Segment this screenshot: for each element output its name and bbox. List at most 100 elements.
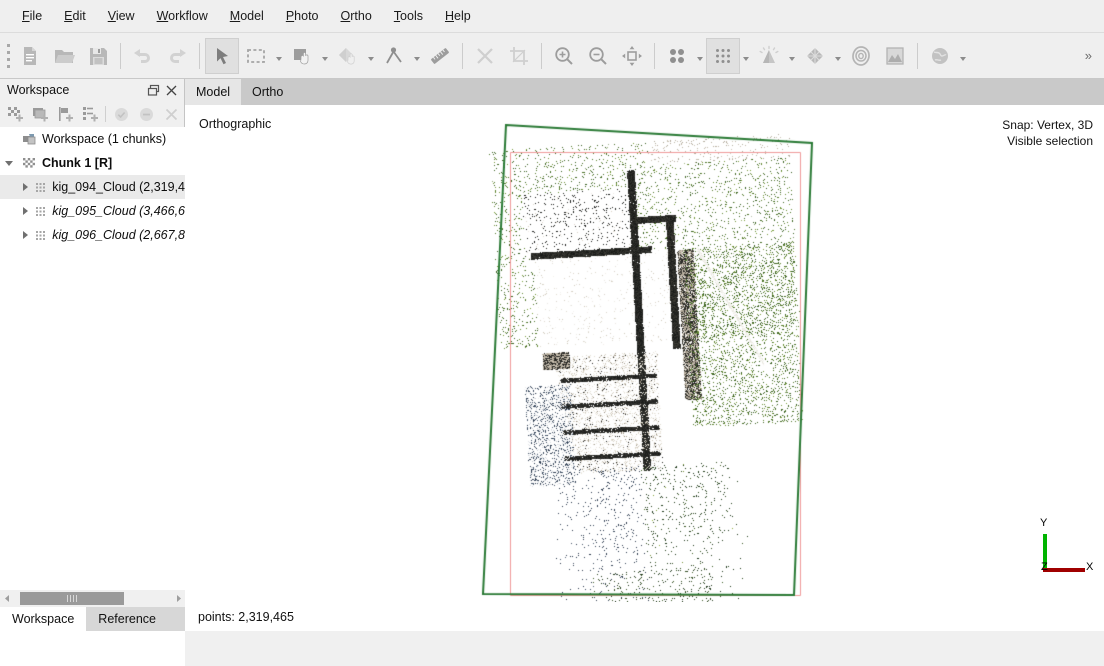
sparse-cloud-icon[interactable] [660,38,694,74]
menu-item-photo[interactable]: Photo [275,5,330,27]
tiled-model-dropdown-icon[interactable] [832,38,844,74]
tiled-model-icon[interactable] [798,38,832,74]
resize-region-dropdown-icon[interactable] [411,38,423,74]
dock-tab-label: Workspace [12,612,74,626]
undo-icon[interactable] [126,38,160,74]
add-cameras-icon[interactable] [78,102,103,126]
workspace-tree[interactable]: Workspace (1 chunks) Chunk 1 [R] [0,127,185,666]
menu-bar: File Edit View Workflow Model Photo Orth… [0,0,1104,33]
chunk-icon [18,151,40,175]
toolbar-separator [541,43,542,69]
mesh-shaded-icon[interactable] [752,38,786,74]
delete-selection-icon[interactable] [468,38,502,74]
menu-item-view[interactable]: View [97,5,146,27]
chevron-right-icon[interactable] [18,199,33,223]
x-axis-label: X [1086,562,1093,573]
workspace-panel-toolbar [0,101,184,127]
view-tab-label: Ortho [252,85,283,99]
redo-icon[interactable] [160,38,194,74]
toolbar-separator [199,43,200,69]
scroll-right-icon[interactable] [171,590,185,607]
toolbar-separator [120,43,121,69]
dem-icon[interactable] [844,38,878,74]
open-folder-icon[interactable] [47,38,81,74]
menu-item-file[interactable]: File [11,5,53,27]
tab-model[interactable]: Model [185,79,241,105]
float-panel-icon[interactable] [144,81,162,99]
dense-cloud-icon[interactable] [706,38,740,74]
point-cloud-icon [33,199,51,223]
hscrollbar-thumb[interactable] [20,592,124,605]
toolbar-separator [654,43,655,69]
globe-view-icon[interactable] [923,38,957,74]
ruler-measure-icon[interactable] [423,38,457,74]
enable-icon[interactable] [109,102,134,126]
sparse-cloud-dropdown-icon[interactable] [694,38,706,74]
viewport-hud: Snap: Vertex, 3D Visible selection [1002,117,1093,149]
move-region-icon[interactable] [285,38,319,74]
scroll-left-icon[interactable] [0,590,14,607]
tree-item-kig-094-cloud[interactable]: kig_094_Cloud (2,319,4 [0,175,185,199]
tree-item-label: kig_096_Cloud (2,667,8 [50,228,185,242]
zoom-out-icon[interactable] [581,38,615,74]
crop-selection-icon[interactable] [502,38,536,74]
globe-view-dropdown-icon[interactable] [957,38,969,74]
add-photos-icon[interactable] [28,102,53,126]
close-panel-icon[interactable] [162,81,180,99]
model-viewport[interactable]: Orthographic Snap: Vertex, 3D Visible se… [185,105,1104,602]
rectangle-select-dropdown-icon[interactable] [273,38,285,74]
reset-view-icon[interactable] [615,38,649,74]
toolbar-separator [917,43,918,69]
disable-icon[interactable] [134,102,159,126]
x-axis-line [1043,568,1085,572]
menu-item-model[interactable]: Model [219,5,275,27]
snap-mode-label: Snap: Vertex, 3D [1002,117,1093,133]
hscrollbar-track[interactable] [14,590,171,607]
menu-item-help[interactable]: Help [434,5,482,27]
chevron-right-icon[interactable] [18,175,33,199]
tree-item-label: kig_094_Cloud (2,319,4 [50,180,185,194]
remove-icon[interactable] [159,102,184,126]
rotate-region-dropdown-icon[interactable] [365,38,377,74]
axis-gizmo: Y X Z [1028,514,1098,584]
menu-item-ortho[interactable]: Ortho [330,5,383,27]
menu-item-edit[interactable]: Edit [53,5,97,27]
rotate-region-icon[interactable] [331,38,365,74]
save-icon[interactable] [81,38,115,74]
chevron-down-icon[interactable] [0,151,18,175]
main-toolbar: » [0,33,1104,79]
add-chunk-icon[interactable] [3,102,28,126]
dock-tab-workspace[interactable]: Workspace [0,607,86,631]
orthomosaic-icon[interactable] [878,38,912,74]
projection-label: Orthographic [199,117,271,131]
dock-tab-reference[interactable]: Reference [86,607,168,631]
rectangle-select-icon[interactable] [239,38,273,74]
chevron-right-icon[interactable] [18,223,33,247]
tree-item-chunk-1[interactable]: Chunk 1 [R] [0,151,185,175]
point-cloud-canvas[interactable] [185,105,1104,602]
tree-item-kig-095-cloud[interactable]: kig_095_Cloud (3,466,6 [0,199,185,223]
workspace-panel-titlebar: Workspace [0,79,184,101]
add-markers-icon[interactable] [53,102,78,126]
toolbar-overflow-icon[interactable]: » [1079,44,1098,67]
resize-region-icon[interactable] [377,38,411,74]
zoom-in-icon[interactable] [547,38,581,74]
menu-item-tools[interactable]: Tools [383,5,434,27]
status-bar: points: 2,319,465 [185,602,1104,631]
workspace-tree-hscrollbar[interactable] [0,590,185,607]
toolbar-drag-handle[interactable] [3,33,13,79]
tree-item-label: Chunk 1 [R] [40,156,112,170]
new-document-icon[interactable] [13,38,47,74]
view-tab-label: Model [196,85,230,99]
tree-item-workspace[interactable]: Workspace (1 chunks) [0,127,185,151]
tree-item-kig-096-cloud[interactable]: kig_096_Cloud (2,667,8 [0,223,185,247]
pointer-select-icon[interactable] [205,38,239,74]
mesh-shaded-dropdown-icon[interactable] [786,38,798,74]
dense-cloud-dropdown-icon[interactable] [740,38,752,74]
menu-item-workflow[interactable]: Workflow [146,5,219,27]
tab-ortho[interactable]: Ortho [241,79,294,105]
panel-toolbar-separator [105,106,106,122]
z-axis-label: Z [1041,562,1048,573]
y-axis-label: Y [1040,518,1047,529]
move-region-dropdown-icon[interactable] [319,38,331,74]
